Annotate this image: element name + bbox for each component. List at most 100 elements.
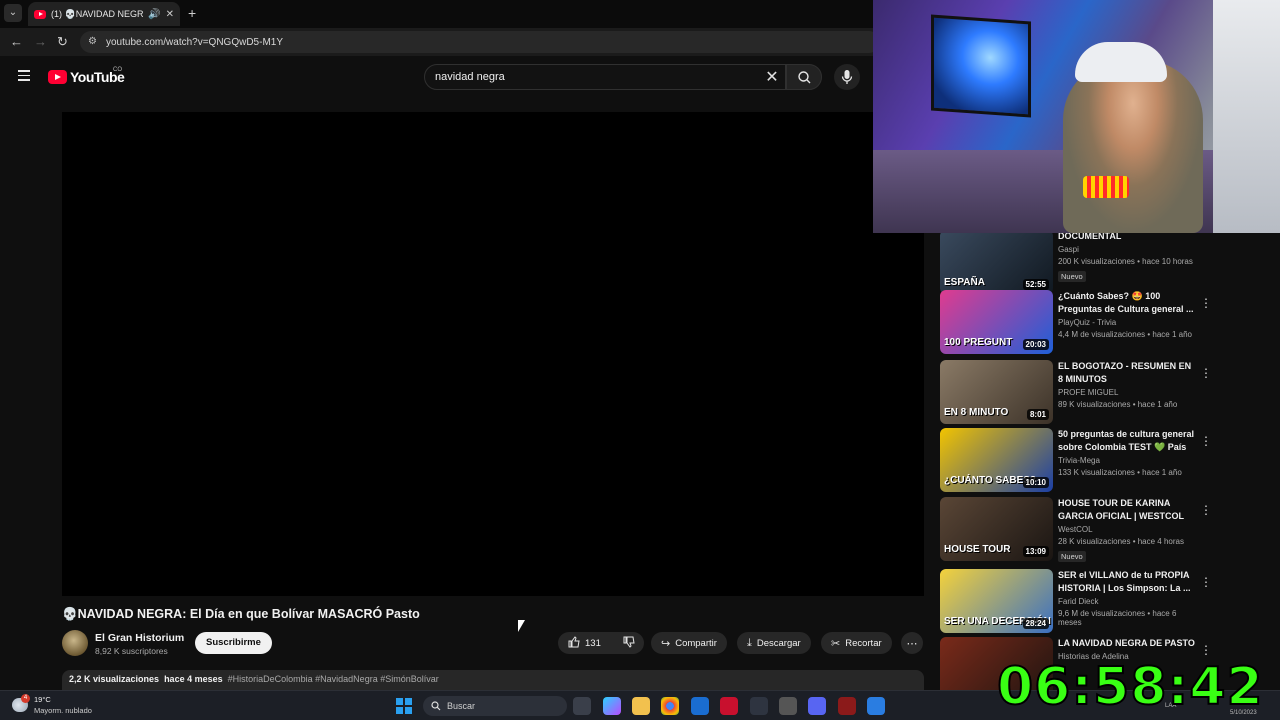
tab-search-chevron-icon[interactable]: ⌄ — [4, 4, 22, 22]
menu-icon[interactable] — [18, 70, 30, 84]
recorder-icon[interactable] — [838, 697, 856, 715]
edge-icon[interactable] — [867, 697, 885, 715]
thumbnail-text: HOUSE TOUR — [944, 544, 1011, 555]
thumbs-up-icon[interactable] — [568, 635, 580, 651]
download-button[interactable]: ⤓ Descargar — [737, 632, 811, 654]
clear-search-icon[interactable]: ✕ — [759, 67, 785, 87]
more-actions-button[interactable]: ⋯ — [901, 632, 923, 654]
webcam-person — [1063, 60, 1203, 233]
more-vertical-icon[interactable]: ⋮ — [1200, 643, 1212, 657]
recommendation-channel[interactable]: Trivia-Mega — [1058, 456, 1196, 465]
tab-youtube[interactable]: (1) 💀NAVIDAD NEGRA: El 🔊 ✕ — [28, 2, 180, 26]
weather-temperature[interactable]: 19°C — [34, 695, 51, 704]
recommendation-channel[interactable]: PROFE MIGUEL — [1058, 388, 1196, 397]
recommendation-item[interactable]: EN 8 MINUTO 8:01 EL BOGOTAZO - RESUMEN EN … — [940, 360, 1212, 424]
discord-icon[interactable] — [808, 697, 826, 715]
store-icon[interactable] — [691, 697, 709, 715]
recommendation-channel[interactable]: PlayQuiz - Trivia — [1058, 318, 1196, 327]
search-button[interactable] — [786, 64, 822, 90]
share-button[interactable]: ↪ Compartir — [651, 632, 727, 654]
reload-icon[interactable]: ↻ — [57, 34, 68, 50]
webcam-wristband — [1083, 176, 1129, 198]
recommendation-meta: 89 K visualizaciones • hace 1 año — [1058, 400, 1178, 409]
more-vertical-icon[interactable]: ⋮ — [1200, 575, 1212, 589]
more-vertical-icon[interactable]: ⋮ — [1200, 434, 1212, 448]
new-badge: Nuevo — [1058, 271, 1086, 282]
close-tab-icon[interactable]: ✕ — [166, 9, 174, 20]
recommendation-item[interactable]: ESPAÑA 52:55 DOCUMENTAL Gaspi 200 K visualiz… — [940, 230, 1210, 294]
mouse-cursor-icon — [518, 620, 525, 632]
new-tab-button[interactable]: + — [188, 5, 196, 21]
recommendation-info: EL BOGOTAZO - RESUMEN EN 8 MINUTOS PROFE … — [1058, 360, 1196, 409]
more-vertical-icon[interactable]: ⋮ — [1200, 296, 1212, 310]
channel-name-text: PROFE MIGUEL — [1058, 388, 1119, 397]
recommendation-title[interactable]: HOUSE TOUR DE KARINA GARCIA OFICIAL | WE… — [1058, 497, 1196, 523]
task-view-icon[interactable] — [573, 697, 591, 715]
recommendation-title[interactable]: ¿Cuánto Sabes? 🤩 100 Preguntas de Cultur… — [1058, 290, 1196, 316]
recommendation-item[interactable]: 100 PREGUNT 20:03 ¿Cuánto Sabes? 🤩 100 Pre… — [940, 290, 1212, 354]
recommendation-meta: 133 K visualizaciones • hace 1 año — [1058, 468, 1182, 477]
tab-title: (1) 💀NAVIDAD NEGRA: El — [51, 8, 144, 19]
video-duration: 28:24 — [1022, 618, 1049, 629]
new-badge: Nuevo — [1058, 551, 1086, 562]
search-input[interactable]: navidad negra — [435, 71, 759, 83]
copilot-icon[interactable] — [603, 697, 621, 715]
forward-icon[interactable]: → — [34, 34, 47, 49]
game-app-icon[interactable] — [750, 697, 768, 715]
thumbs-down-icon[interactable] — [623, 636, 635, 651]
voice-search-button[interactable] — [834, 64, 860, 90]
site-info-icon[interactable]: ⚙ — [88, 37, 98, 47]
more-vertical-icon[interactable]: ⋮ — [1200, 503, 1212, 517]
clip-button[interactable]: ✂ Recortar — [821, 632, 892, 654]
like-count[interactable]: 131 — [585, 638, 601, 649]
recommendation-title[interactable]: SER el VILLANO de tu PROPIA HISTORIA | L… — [1058, 569, 1196, 595]
address-bar[interactable]: ⚙ youtube.com/watch?v=QNGQwD5-M1Y — [80, 31, 880, 53]
video-thumbnail[interactable]: SER UNA DECEPCIÓN 28:24 — [940, 569, 1053, 633]
video-thumbnail[interactable]: ESPAÑA 52:55 — [940, 230, 1053, 294]
app-icon[interactable] — [779, 697, 797, 715]
description-box[interactable]: 2,2 K visualizaciones hace 4 meses #Hist… — [62, 670, 924, 690]
video-thumbnail[interactable]: HOUSE TOUR 13:09 — [940, 497, 1053, 561]
channel-name-text: Farid Dieck — [1058, 597, 1099, 606]
youtube-play-icon — [48, 70, 67, 84]
xmind-icon[interactable] — [720, 697, 738, 715]
upload-age: hace 4 meses — [164, 674, 223, 684]
back-icon[interactable]: ← — [10, 34, 23, 49]
recommendation-item[interactable]: ¿CUÁNTO SABES? 10:10 50 preguntas de cultu… — [940, 428, 1212, 492]
microphone-icon — [841, 70, 853, 84]
file-explorer-icon[interactable] — [632, 697, 650, 715]
recommendation-item[interactable]: SER UNA DECEPCIÓN 28:24 SER el VILLANO de … — [940, 569, 1212, 633]
recommendation-channel[interactable]: Farid Dieck — [1058, 597, 1196, 606]
video-thumbnail[interactable]: EN 8 MINUTO 8:01 — [940, 360, 1053, 424]
recommendation-title[interactable]: EL BOGOTAZO - RESUMEN EN 8 MINUTOS — [1058, 360, 1196, 386]
recommendation-channel[interactable]: WestCOL — [1058, 525, 1196, 534]
thumbnail-text: ESPAÑA — [944, 277, 985, 288]
recommendation-item[interactable]: HOUSE TOUR 13:09 HOUSE TOUR DE KARINA GARC… — [940, 497, 1212, 562]
weather-description[interactable]: Mayorm. nublado — [34, 706, 92, 715]
recommendation-info: SER el VILLANO de tu PROPIA HISTORIA | L… — [1058, 569, 1196, 627]
video-player[interactable] — [62, 112, 924, 596]
recommendation-title[interactable]: 50 preguntas de cultura general sobre Co… — [1058, 428, 1196, 454]
thumbnail-text: 100 PREGUNT — [944, 337, 1013, 348]
share-icon: ↪ — [661, 637, 671, 650]
recommendation-title[interactable]: LA NAVIDAD NEGRA DE PASTO — [1058, 637, 1196, 650]
channel-name[interactable]: El Gran Historium — [95, 632, 184, 644]
youtube-favicon-icon — [34, 9, 46, 19]
channel-name-text: Trivia-Mega — [1058, 456, 1100, 465]
subscribe-button[interactable]: Suscribirme — [195, 632, 272, 654]
video-thumbnail[interactable]: ¿CUÁNTO SABES? 10:10 — [940, 428, 1053, 492]
channel-avatar[interactable] — [62, 630, 88, 656]
windows-start-icon[interactable] — [396, 698, 412, 714]
chrome-icon[interactable] — [661, 697, 679, 715]
url-text: youtube.com/watch?v=QNGQwD5-M1Y — [106, 36, 284, 48]
video-thumbnail[interactable]: 100 PREGUNT 20:03 — [940, 290, 1053, 354]
video-duration: 20:03 — [1022, 339, 1049, 350]
recommendation-channel[interactable]: Gaspi — [1058, 245, 1196, 254]
recommendation-meta: 9,6 M de visualizaciones • hace 6 meses — [1058, 609, 1177, 627]
more-vertical-icon[interactable]: ⋮ — [1200, 366, 1212, 380]
hashtags[interactable]: #HistoriaDeColombia #NavidadNegra #Simón… — [228, 674, 439, 684]
speaker-icon[interactable]: 🔊 — [148, 9, 160, 20]
search-box[interactable]: navidad negra ✕ — [424, 64, 786, 90]
recommendation-meta: 28 K visualizaciones • hace 4 horas — [1058, 537, 1184, 546]
taskbar-search[interactable]: Buscar — [423, 696, 567, 716]
